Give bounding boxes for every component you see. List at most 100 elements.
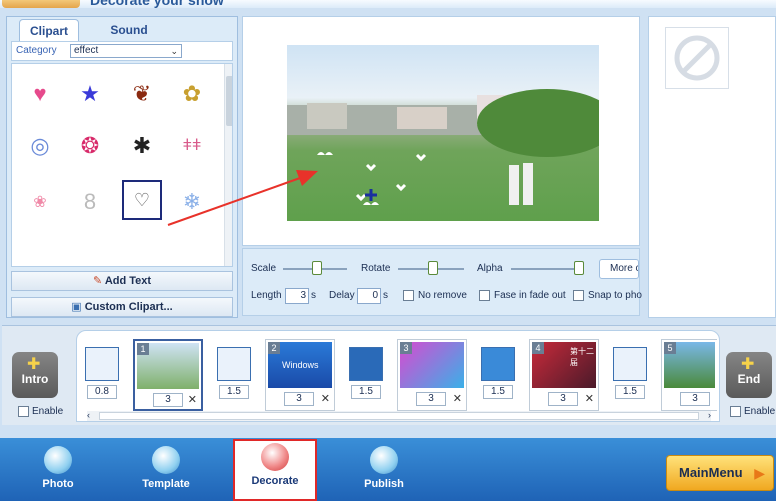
transition-item[interactable]: 1.5	[481, 347, 515, 407]
timeline-scrollbar[interactable]: ‹ ›	[87, 410, 711, 421]
intro-label: Intro	[21, 372, 49, 386]
transition-icon	[613, 347, 647, 381]
petals-clip-icon[interactable]: ❀	[20, 182, 60, 222]
transition-duration[interactable]: 0.8	[87, 385, 117, 399]
lips-clip-icon[interactable]: ❂	[70, 126, 110, 166]
nav-template[interactable]: Template	[126, 444, 206, 498]
transition-duration[interactable]: 1.5	[351, 385, 381, 399]
add-text-button[interactable]: ✎ Add Text	[11, 271, 233, 291]
butterfly-clip-icon[interactable]: ❦	[122, 74, 162, 114]
main-menu-button[interactable]: MainMenu ▶	[666, 455, 774, 491]
delay-input[interactable]: 0	[357, 288, 381, 304]
custom-clipart-label: Custom Clipart...	[84, 301, 173, 313]
clipart-scrollbar[interactable]	[224, 64, 232, 266]
slide-duration[interactable]: 3	[416, 392, 446, 406]
transition-duration[interactable]: 1.5	[219, 385, 249, 399]
slide-timeline: ✚ Intro Enable 0.8 1 3 ✕ 1.5 Windows 2 3…	[2, 325, 776, 425]
snap-label: Snap to pho	[588, 290, 642, 301]
clip-thumbnail-panel	[648, 16, 776, 318]
category-row: Category effect ⌄	[11, 41, 233, 61]
scroll-thumb[interactable]	[99, 412, 699, 420]
ant-clip-icon[interactable]: ✱	[122, 126, 162, 166]
nav-photo-label: Photo	[42, 478, 74, 490]
delay-unit: s	[383, 290, 388, 301]
slide-duration[interactable]: 3	[284, 392, 314, 406]
category-value: effect	[74, 45, 99, 56]
stars-clip-icon[interactable]: ★	[70, 74, 110, 114]
transition-item[interactable]: 1.5	[613, 347, 647, 407]
snowflake-clip-icon[interactable]: ❄	[172, 182, 212, 222]
ring-clip-icon[interactable]: ◎	[20, 126, 60, 166]
pencil-icon: ✎	[92, 275, 105, 287]
alpha-slider-track[interactable]	[511, 268, 583, 270]
plus-icon: ✚	[741, 356, 755, 373]
slide-number: 4	[532, 342, 544, 354]
transition-duration[interactable]: 1.5	[615, 385, 645, 399]
delete-icon[interactable]: ✕	[321, 392, 330, 405]
transition-icon	[349, 347, 383, 381]
intro-button[interactable]: ✚ Intro	[12, 352, 58, 398]
flowers-clip-icon[interactable]: ✿	[172, 74, 212, 114]
rotate-label: Rotate	[361, 263, 391, 274]
play-arrow-icon: ▶	[754, 465, 765, 481]
scroll-thumb[interactable]	[226, 76, 232, 126]
delete-icon[interactable]: ✕	[585, 392, 594, 405]
nav-publish[interactable]: Publish	[344, 444, 424, 498]
rotate-slider-handle[interactable]	[428, 261, 438, 275]
fade-checkbox[interactable]	[479, 290, 490, 301]
photo-icon	[44, 446, 72, 474]
transition-item[interactable]: 0.8	[85, 347, 119, 407]
slide-number: 1	[137, 343, 149, 355]
no-remove-checkbox[interactable]	[403, 290, 414, 301]
end-enable-checkbox[interactable]	[730, 406, 741, 417]
slide-item-2[interactable]: Windows 2 3 ✕	[265, 339, 335, 411]
fade-label: Fase in fade out	[494, 290, 566, 301]
scroll-left-icon[interactable]: ‹	[87, 410, 90, 420]
delete-icon[interactable]: ✕	[188, 393, 197, 406]
tab-clipart[interactable]: Clipart	[19, 19, 79, 41]
slide-duration[interactable]: 3	[680, 392, 710, 406]
tab-sound[interactable]: Sound	[99, 19, 159, 41]
preview-image[interactable]	[287, 45, 599, 221]
main-menu-label: MainMenu	[679, 465, 743, 480]
transition-item[interactable]: 1.5	[217, 347, 251, 407]
slide-duration[interactable]: 3	[548, 392, 578, 406]
scroll-right-icon[interactable]: ›	[708, 410, 711, 420]
transition-icon	[217, 347, 251, 381]
slide-strip: 0.8 1 3 ✕ 1.5 Windows 2 3 ✕ 1.5 3 3 ✕ 1.…	[76, 330, 720, 422]
drops-clip-icon[interactable]: ǂǂ	[172, 126, 212, 166]
heart-clip-icon[interactable]: ♥	[20, 74, 60, 114]
slide-item-1[interactable]: 1 3 ✕	[133, 339, 203, 411]
nav-photo[interactable]: Photo	[18, 444, 98, 498]
no-image-icon	[665, 27, 729, 89]
intro-enable-checkbox[interactable]	[18, 406, 29, 417]
scale-slider-handle[interactable]	[312, 261, 322, 275]
publish-icon	[370, 446, 398, 474]
slide-item-4[interactable]: 第十二届 4 3 ✕	[529, 339, 599, 411]
no-remove-label: No remove	[418, 290, 467, 301]
slide-item-3[interactable]: 3 3 ✕	[397, 339, 467, 411]
length-label: Length	[251, 290, 282, 301]
snap-checkbox[interactable]	[573, 290, 584, 301]
delay-label: Delay	[329, 290, 355, 301]
alpha-slider-handle[interactable]	[574, 261, 584, 275]
slide-number: 3	[400, 342, 412, 354]
hearts-outline-clip-icon[interactable]: ♡	[122, 180, 162, 220]
bottom-nav: Photo Template Decorate Publish	[0, 438, 776, 501]
app-logo	[2, 0, 80, 8]
category-select[interactable]: effect ⌄	[70, 44, 182, 58]
custom-clipart-button[interactable]: ▣ Custom Clipart...	[11, 297, 233, 317]
outline-clip-icon[interactable]: 8	[70, 182, 110, 222]
delete-icon[interactable]: ✕	[453, 392, 462, 405]
more-button[interactable]: More c	[599, 259, 639, 279]
nav-publish-label: Publish	[364, 478, 404, 490]
category-label: Category	[16, 45, 57, 56]
end-button[interactable]: ✚ End	[726, 352, 772, 398]
transition-duration[interactable]: 1.5	[483, 385, 513, 399]
slide-number: 5	[664, 342, 676, 354]
slide-duration[interactable]: 3	[153, 393, 183, 407]
scale-label: Scale	[251, 263, 277, 274]
slide-item-5[interactable]: 5 3	[661, 339, 717, 411]
transition-item[interactable]: 1.5	[349, 347, 383, 407]
length-input[interactable]: 3	[285, 288, 309, 304]
